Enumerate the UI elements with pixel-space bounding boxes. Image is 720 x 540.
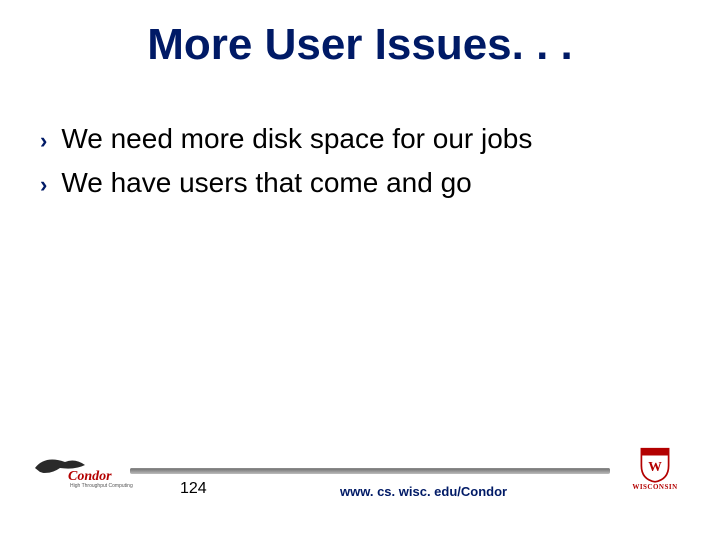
svg-text:High Throughput Computing: High Throughput Computing [70, 483, 133, 489]
footer-url: www. cs. wisc. edu/Condor [340, 484, 507, 499]
slide-footer: Condor High Throughput Computing 124 www… [40, 450, 680, 510]
wisconsin-logo: W WISCONSIN [620, 445, 690, 500]
svg-text:W: W [648, 459, 662, 474]
wisconsin-logo-text: WISCONSIN [620, 483, 690, 491]
page-number: 124 [180, 480, 207, 498]
slide: More User Issues. . . › We need more dis… [0, 0, 720, 540]
divider [130, 468, 610, 474]
shield-icon: W [638, 445, 672, 483]
bullet-text: We need more disk space for our jobs [61, 120, 532, 158]
slide-title: More User Issues. . . [0, 20, 720, 70]
list-item: › We need more disk space for our jobs [40, 120, 680, 158]
list-item: › We have users that come and go [40, 164, 680, 202]
condor-logo-text: Condor [68, 469, 112, 484]
condor-logo: Condor High Throughput Computing [30, 450, 140, 490]
bullet-list: › We need more disk space for our jobs ›… [40, 120, 680, 208]
chevron-right-icon: › [40, 126, 47, 156]
chevron-right-icon: › [40, 170, 47, 200]
bullet-text: We have users that come and go [61, 164, 471, 202]
